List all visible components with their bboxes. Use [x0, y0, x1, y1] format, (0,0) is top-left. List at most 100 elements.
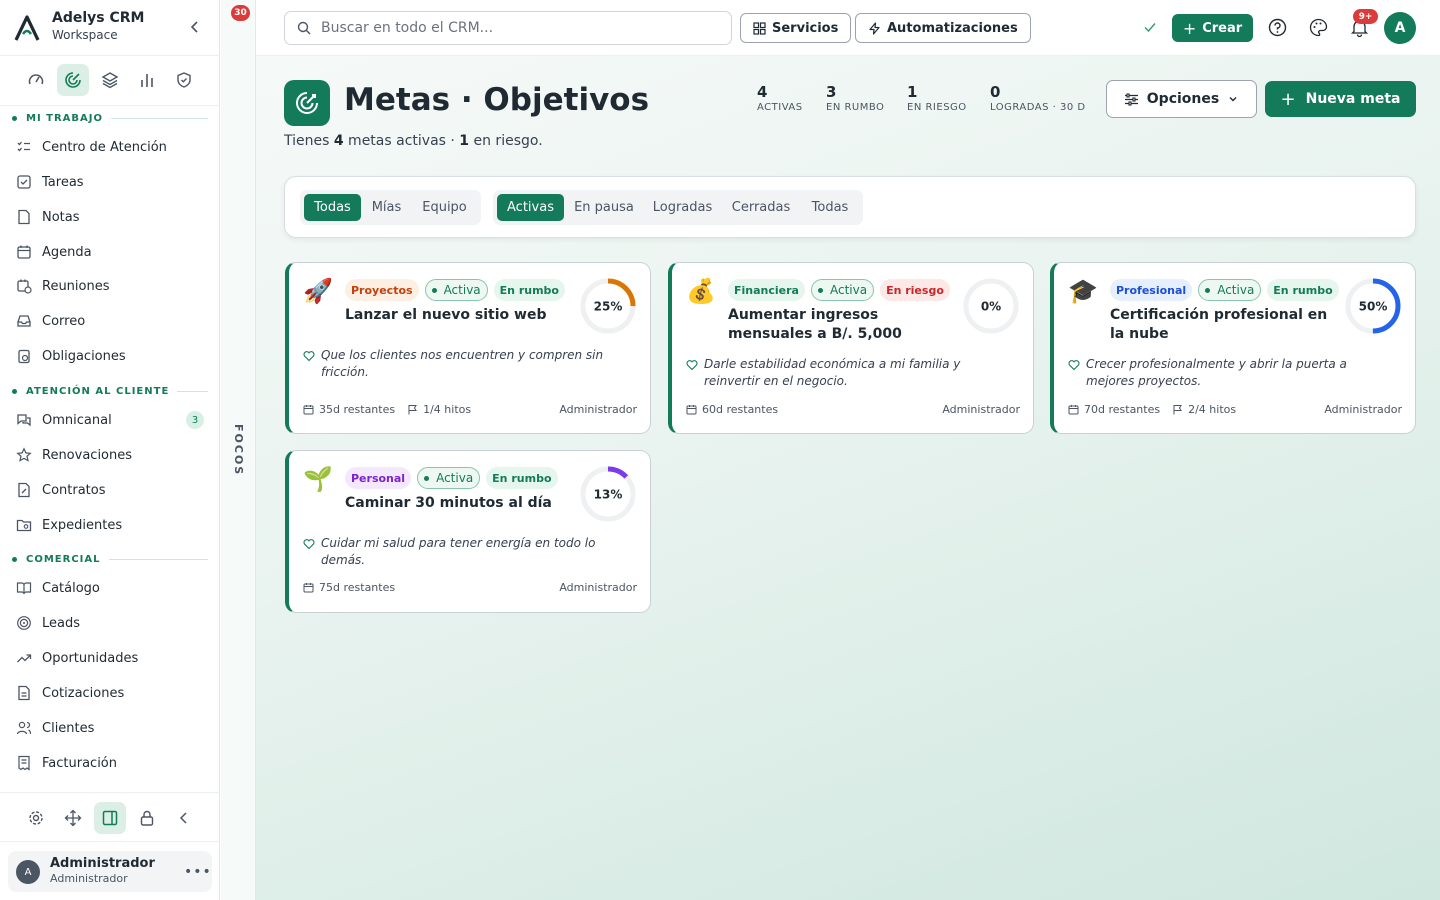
brand-name: Adelys CRM — [52, 10, 145, 26]
search-input[interactable]: Buscar en todo el CRM... — [284, 11, 732, 45]
profile-avatar[interactable]: A — [1384, 12, 1416, 44]
sidebar-item-clientes[interactable]: Clientes — [16, 716, 206, 740]
panel-layout-icon[interactable] — [94, 802, 126, 834]
brand-header: Adelys CRM Workspace — [0, 0, 220, 56]
chevron-down-icon — [1229, 97, 1237, 102]
goal-card[interactable]: 💰 Financiera Activa En riesgo Aumentar i… — [668, 262, 1034, 434]
receipt-icon — [18, 755, 30, 771]
filter-equipo[interactable]: Equipo — [412, 194, 477, 221]
gauge-icon[interactable] — [20, 64, 52, 96]
heart-icon — [303, 539, 315, 550]
opciones-button[interactable]: Opciones — [1106, 80, 1257, 118]
heart-icon — [1068, 360, 1080, 371]
focos-label: FOCOS — [232, 424, 245, 477]
goal-card[interactable]: 🚀 Proyectos Activa En rumbo Lanzar el nu… — [285, 262, 651, 434]
focos-panel[interactable]: 30 FOCOS — [221, 0, 256, 900]
flag-icon — [1173, 404, 1182, 414]
shield-check-icon[interactable] — [168, 64, 200, 96]
calendar-icon — [17, 245, 31, 259]
automatizaciones-button[interactable]: Automatizaciones — [855, 13, 1031, 43]
lock-icon[interactable] — [131, 802, 163, 834]
help-icon[interactable] — [1268, 18, 1287, 37]
quick-access-bar — [0, 56, 220, 106]
sidebar-item-contratos[interactable]: Contratos — [16, 478, 206, 502]
bar-chart-icon[interactable] — [131, 64, 163, 96]
sidebar-item-obligaciones[interactable]: Obligaciones — [16, 344, 206, 368]
sidebar-item-renovaciones[interactable]: Renovaciones — [16, 443, 206, 467]
status-badge: Activa — [417, 467, 481, 489]
stat-en-rumbo: 3 EN RUMBO — [826, 83, 885, 113]
filter-mias[interactable]: Mías — [363, 194, 410, 221]
goal-owner: Administrador — [559, 402, 637, 416]
omnicanal-count-badge: 3 — [186, 411, 204, 429]
sidebar-item-centro-atencion[interactable]: Centro de Atención — [16, 135, 206, 159]
star-icon — [16, 447, 32, 462]
goal-motivation: Crecer profesionalmente y abrir la puert… — [1068, 356, 1388, 390]
chevron-left-icon[interactable] — [186, 18, 204, 36]
chat-icon — [17, 414, 31, 427]
progress-ring: 13% — [580, 466, 636, 522]
flag-icon — [408, 404, 417, 414]
sidebar-item-correo[interactable]: Correo — [16, 309, 206, 333]
sidebar-item-oportunidades[interactable]: Oportunidades — [16, 646, 206, 670]
goals-icon[interactable] — [57, 64, 89, 96]
sidebar-item-reuniones[interactable]: Reuniones — [16, 274, 206, 298]
sidebar-item-leads[interactable]: Leads — [16, 611, 206, 635]
sidebar-item-notas[interactable]: Notas — [16, 205, 206, 229]
goal-footer: 35d restantes 1/4 hitos Administrador — [303, 401, 637, 417]
stat-en-riesgo: 1 EN RIESGO — [907, 83, 967, 113]
status-badge: Activa — [424, 279, 488, 301]
servicios-button[interactable]: Servicios — [740, 13, 852, 43]
goals-page-icon — [284, 80, 330, 126]
filter-todas-owner[interactable]: Todas — [304, 194, 361, 221]
user-menu[interactable]: A Administrador Administrador ••• — [8, 851, 212, 892]
palette-icon[interactable] — [1309, 18, 1328, 37]
health-badge: En rumbo — [486, 467, 558, 489]
health-badge: En rumbo — [1267, 279, 1339, 301]
filter-logradas[interactable]: Logradas — [644, 194, 721, 221]
milestones: 2/4 hitos — [1188, 402, 1237, 416]
money-bag-icon: 💰 — [686, 277, 716, 305]
sidebar-item-tareas[interactable]: Tareas — [16, 170, 206, 194]
health-badge: En riesgo — [880, 279, 950, 301]
sidebar-item-omnicanal[interactable]: Omnicanal 3 — [16, 408, 206, 432]
sidebar-item-expedientes[interactable]: Expedientes — [16, 513, 206, 537]
remaining-days: 75d restantes — [319, 580, 396, 594]
crear-button[interactable]: + Crear — [1172, 14, 1253, 42]
filter-en-pausa[interactable]: En pausa — [566, 194, 642, 221]
trending-up-icon — [17, 654, 32, 663]
health-badge: En rumbo — [493, 279, 565, 301]
nueva-meta-button[interactable]: + Nueva meta — [1265, 81, 1416, 117]
page-title: Metas · Objetivos — [344, 82, 650, 118]
sidebar-item-agenda[interactable]: Agenda — [16, 240, 206, 264]
sidebar: Adelys CRM Workspace MI TRABAJO Centro d… — [0, 0, 220, 900]
filter-cerradas[interactable]: Cerradas — [723, 194, 799, 221]
list-check-icon — [17, 141, 30, 152]
sidebar-item-catalogo[interactable]: Catálogo — [16, 576, 206, 600]
gear-icon[interactable] — [20, 802, 52, 834]
move-icon[interactable] — [57, 802, 89, 834]
goal-card[interactable]: 🎓 Profesional Activa En rumbo Certificac… — [1050, 262, 1416, 434]
calendar-icon — [303, 582, 314, 592]
status-filter: Activas En pausa Logradas Cerradas Todas — [493, 190, 863, 225]
graduation-cap-icon: 🎓 — [1068, 277, 1098, 305]
status-badge: Activa — [810, 279, 875, 301]
focos-badge: 30 — [231, 5, 250, 21]
goal-motivation: Cuidar mi salud para tener energía en to… — [303, 535, 623, 569]
filter-activas[interactable]: Activas — [497, 194, 564, 221]
layers-icon[interactable] — [94, 64, 126, 96]
progress-ring: 0% — [963, 278, 1019, 334]
sidebar-item-cotizaciones[interactable]: Cotizaciones — [16, 681, 206, 705]
search-icon — [297, 21, 311, 35]
sidebar-item-facturacion[interactable]: Facturación — [16, 751, 206, 775]
goal-title: Caminar 30 minutos al día — [345, 495, 552, 511]
logo-icon — [14, 15, 40, 41]
more-options-icon[interactable]: ••• — [184, 864, 212, 880]
checkbox-icon — [17, 175, 31, 189]
progress-label: 13% — [594, 488, 623, 502]
filter-todas-status[interactable]: Todas — [801, 194, 859, 221]
goal-card[interactable]: 🌱 Personal Activa En rumbo Caminar 30 mi… — [285, 450, 651, 613]
workspace-name: Workspace — [52, 28, 118, 42]
collapse-left-icon[interactable] — [168, 802, 200, 834]
page-subtitle: Tienes 4 metas activas · 1 en riesgo. — [284, 133, 543, 149]
